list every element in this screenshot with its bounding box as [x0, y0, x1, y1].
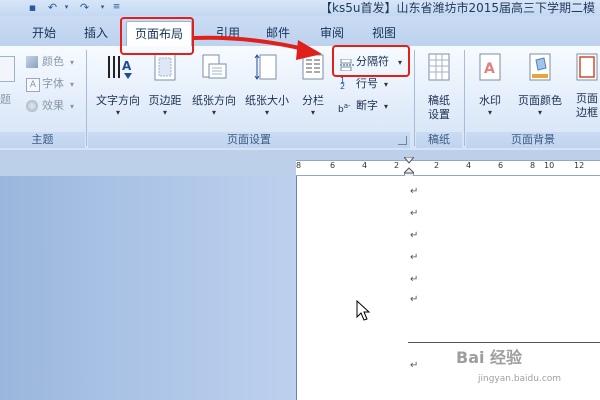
annotation-arrow-icon	[192, 35, 322, 60]
manuscript-grid-icon	[428, 53, 450, 81]
baidu-watermark-url: jingyan.baidu.com	[478, 374, 562, 384]
line-numbers-button[interactable]: 行号	[356, 76, 378, 92]
page-layout-tab-highlight	[120, 17, 194, 55]
ruler-tick: 2	[394, 161, 400, 170]
group-divider	[464, 50, 465, 146]
margins-dropdown-icon: ▾	[162, 108, 167, 117]
paragraph-mark: ↵	[410, 208, 419, 219]
ruler-tick: 6	[498, 161, 504, 170]
margins-label: 页边距	[148, 94, 182, 107]
text-direction-button[interactable]: A 文字方向 ▾	[90, 52, 146, 130]
theme-fonts-dropdown-icon[interactable]: ▾	[70, 80, 74, 90]
theme-effects-icon[interactable]	[26, 100, 38, 112]
paragraph-mark: ↵	[410, 186, 419, 197]
watermark-dropdown-icon: ▾	[487, 108, 492, 117]
watermark-label: 水印	[479, 94, 501, 107]
tab-insert[interactable]: 插入	[84, 24, 108, 42]
ruler-tick: 4	[362, 161, 368, 170]
paragraph-mark: ↵	[410, 274, 419, 285]
margins-button[interactable]: 页边距 ▾	[144, 52, 186, 130]
ruler-tick: 6	[330, 161, 336, 170]
svg-text:A: A	[122, 59, 132, 73]
theme-group-label: 主题	[0, 132, 85, 148]
theme-colors-label[interactable]: 颜色	[42, 54, 64, 70]
page-break-line	[408, 342, 600, 343]
size-dropdown-icon: ▾	[264, 108, 269, 117]
theme-effects-dropdown-icon[interactable]: ▾	[70, 102, 74, 112]
page-color-button[interactable]: 页面颜色 ▾	[512, 52, 568, 130]
text-direction-dropdown-icon: ▾	[115, 108, 120, 117]
page-borders-icon	[576, 53, 598, 81]
ruler-tick: 2	[434, 161, 440, 170]
tab-home[interactable]: 开始	[32, 24, 56, 42]
undo-icon[interactable]: ↶	[46, 1, 59, 14]
manuscript-setup-label: 稿纸 设置	[428, 94, 450, 121]
hyphenation-button[interactable]: 断字	[356, 98, 378, 114]
mouse-cursor-icon	[356, 299, 372, 322]
group-divider	[86, 50, 87, 146]
undo-dropdown-icon[interactable]: ▾	[60, 1, 73, 14]
watermark-button[interactable]: A 水印 ▾	[470, 52, 510, 130]
baidu-watermark: Bai 经验	[456, 348, 523, 367]
paragraph-mark: ↵	[410, 360, 419, 371]
page-setup-group-label: 页面设置	[88, 132, 410, 148]
theme-colors-icon[interactable]	[26, 56, 38, 68]
ruler-tick: 8	[296, 161, 302, 170]
columns-label: 分栏	[302, 94, 324, 107]
save-icon[interactable]: ▪	[26, 1, 39, 14]
tab-view[interactable]: 视图	[372, 24, 396, 42]
svg-text:A: A	[484, 61, 495, 77]
manuscript-setup-button[interactable]: 稿纸 设置	[418, 52, 460, 130]
redo-dropdown-icon[interactable]: ▾	[96, 1, 109, 14]
ruler-tick: 8	[530, 161, 536, 170]
hyphenation-dropdown-icon[interactable]: ▾	[384, 102, 388, 112]
page-color-dropdown-icon: ▾	[537, 108, 542, 117]
group-divider	[414, 50, 415, 146]
theme-effects-label[interactable]: 效果	[42, 98, 64, 114]
hyphenation-icon[interactable]: ba-	[338, 100, 351, 116]
orientation-label: 纸张方向	[192, 94, 236, 107]
ruler-tick: 4	[466, 161, 472, 170]
manuscript-group-label: 稿纸	[416, 132, 462, 148]
page-borders-label-line1: 页面	[576, 92, 598, 105]
text-direction-label: 文字方向	[96, 94, 140, 107]
columns-dropdown-icon: ▾	[310, 108, 315, 117]
page-borders-button[interactable]: 页面 边框	[570, 52, 600, 130]
redo-icon[interactable]: ↷	[78, 1, 91, 14]
paragraph-mark: ↵	[410, 230, 419, 241]
page-borders-label-line2: 边框	[576, 106, 598, 119]
paragraph-mark: ↵	[410, 294, 419, 305]
window-title: 【ks5u首发】山东省潍坊市2015届高三下学期二模	[320, 1, 595, 15]
page-background-group-label: 页面背景	[466, 132, 600, 148]
theme-fonts-label[interactable]: 字体	[42, 76, 64, 92]
size-label: 纸张大小	[245, 94, 289, 107]
themes-button-label: 题	[0, 93, 11, 106]
ruler-tick: 12	[574, 161, 585, 170]
margins-icon	[154, 53, 176, 81]
line-numbers-icon[interactable]: 12	[340, 77, 354, 91]
page-setup-dialog-launcher-icon[interactable]	[398, 136, 407, 145]
page-color-icon	[529, 53, 551, 81]
text-direction-icon: A	[108, 56, 132, 79]
orientation-dropdown-icon: ▾	[211, 108, 216, 117]
horizontal-ruler[interactable]	[296, 160, 600, 176]
indent-marker-icon[interactable]	[402, 156, 416, 178]
document-page[interactable]	[296, 176, 600, 400]
customize-toolbar-icon[interactable]: ≡	[110, 1, 123, 14]
theme-fonts-icon[interactable]: A	[26, 78, 40, 92]
line-numbers-dropdown-icon[interactable]: ▾	[384, 80, 388, 90]
ruler-tick: 10	[544, 161, 555, 170]
watermark-icon: A	[479, 53, 501, 81]
breaks-button-highlight	[332, 45, 410, 77]
themes-icon[interactable]	[0, 56, 15, 82]
document-background	[0, 176, 296, 400]
page-color-label: 页面颜色	[518, 94, 562, 107]
theme-colors-dropdown-icon[interactable]: ▾	[70, 58, 74, 68]
paragraph-mark: ↵	[410, 252, 419, 263]
